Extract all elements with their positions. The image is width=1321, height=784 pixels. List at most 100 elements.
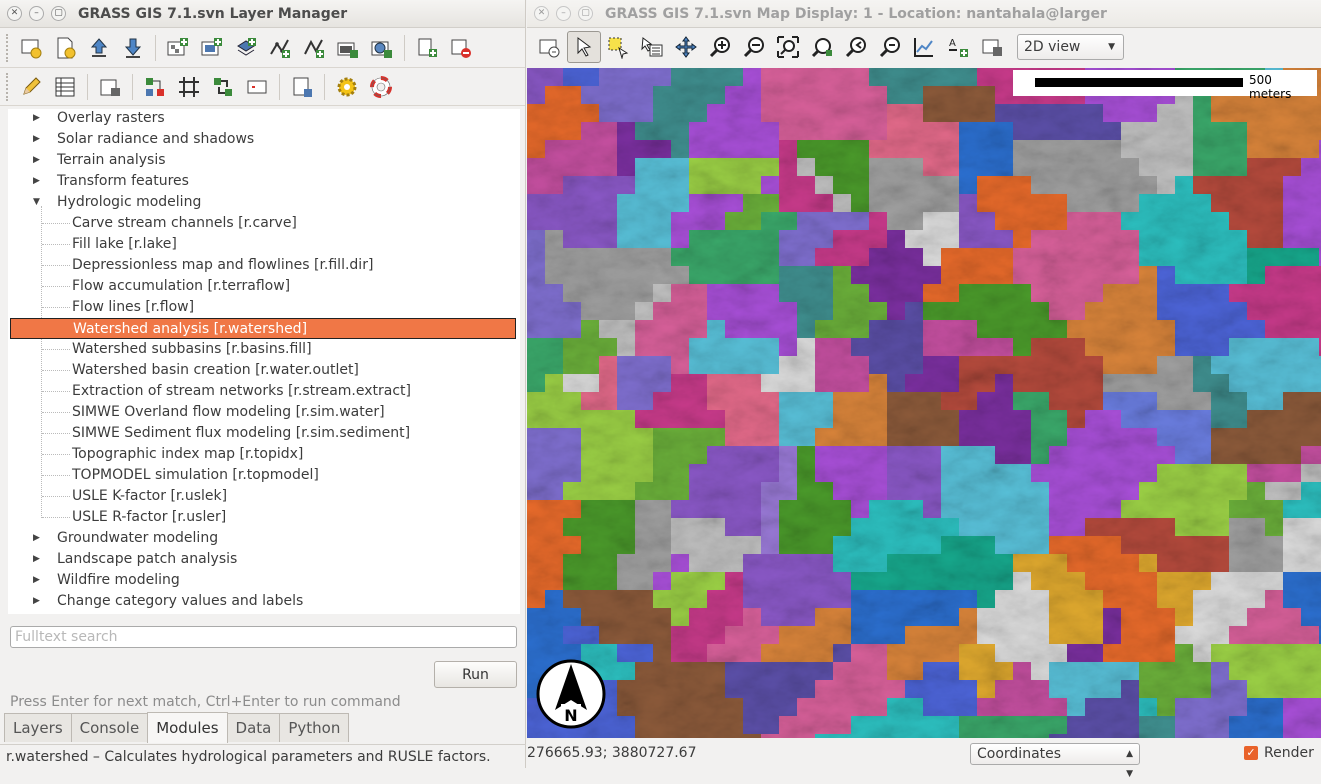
- tree-module-item[interactable]: SIMWE Sediment flux modeling [r.sim.sedi…: [8, 423, 518, 444]
- tree-module-item[interactable]: Watershed analysis [r.watershed]: [10, 318, 516, 339]
- add-multiple-layers-button[interactable]: [229, 32, 263, 64]
- tree-module-item[interactable]: Extraction of stream networks [r.stream.…: [8, 381, 518, 402]
- tree-module-item[interactable]: Flow accumulation [r.terraflow]: [8, 276, 518, 297]
- gcp-manager-button[interactable]: [206, 71, 240, 103]
- georectifier-button[interactable]: [172, 71, 206, 103]
- zoom-out-button[interactable]: [737, 31, 771, 63]
- maximize-window-button[interactable]: ▢: [51, 6, 66, 21]
- tree-category-item[interactable]: ▶ Landscape patch analysis: [8, 549, 518, 570]
- pointer-tool-button[interactable]: [567, 31, 601, 63]
- tab-modules[interactable]: Modules: [147, 712, 228, 743]
- animation-tool-button[interactable]: [285, 71, 319, 103]
- close-window-button[interactable]: ✕: [7, 6, 22, 21]
- map-composer-button[interactable]: [93, 71, 127, 103]
- zoom-extent-button[interactable]: [771, 31, 805, 63]
- attribute-table-button[interactable]: [48, 71, 82, 103]
- new-display-button[interactable]: [14, 32, 48, 64]
- tree-connector-line: [42, 286, 70, 287]
- tree-connector-line: [42, 307, 70, 308]
- north-arrow-icon[interactable]: N: [535, 658, 607, 730]
- run-button[interactable]: Run: [434, 661, 517, 688]
- add-vector-misc-button[interactable]: [297, 32, 331, 64]
- collapsed-arrow-icon[interactable]: ▶: [33, 591, 40, 612]
- add-web-service-button[interactable]: [365, 32, 399, 64]
- minimize-window-button[interactable]: –: [29, 6, 44, 21]
- tree-module-item[interactable]: TOPMODEL simulation [r.topmodel]: [8, 465, 518, 486]
- new-workspace-button[interactable]: [48, 32, 82, 64]
- zoom-back-button[interactable]: [839, 31, 873, 63]
- collapsed-arrow-icon[interactable]: ▶: [33, 171, 40, 192]
- tree-module-item[interactable]: USLE R-factor [r.usler]: [8, 507, 518, 528]
- expanded-arrow-icon[interactable]: ▼: [33, 192, 40, 213]
- tree-module-item[interactable]: Depressionless map and flowlines [r.fill…: [8, 255, 518, 276]
- tree-category-item[interactable]: ▶ Solar radiance and shadows: [8, 129, 518, 150]
- tree-category-item[interactable]: ▶ Terrain analysis: [8, 150, 518, 171]
- settings-button[interactable]: [330, 71, 364, 103]
- add-raster-misc-button[interactable]: [195, 32, 229, 64]
- add-raster-button[interactable]: [161, 32, 195, 64]
- tree-category-item[interactable]: ▶ Generate random cells: [8, 612, 518, 614]
- save-display-icon: [982, 39, 1002, 56]
- save-display-button[interactable]: [975, 31, 1009, 63]
- graphical-modeler-button[interactable]: [240, 71, 274, 103]
- tree-category-item[interactable]: ▶ Transform features: [8, 171, 518, 192]
- tab-layers[interactable]: Layers: [4, 713, 72, 742]
- tree-item-label: Overlay rasters: [57, 110, 165, 126]
- save-workspace-button[interactable]: [116, 32, 150, 64]
- vector-digitizer-button[interactable]: [14, 71, 48, 103]
- tree-module-item[interactable]: Topographic index map [r.topidx]: [8, 444, 518, 465]
- tree-module-item[interactable]: SIMWE Overland flow modeling [r.sim.wate…: [8, 402, 518, 423]
- tab-python[interactable]: Python: [279, 713, 350, 742]
- statusbar-mode-select[interactable]: Coordinates ▲ ▼: [970, 743, 1140, 779]
- tree-module-item[interactable]: Watershed basin creation [r.water.outlet…: [8, 360, 518, 381]
- tab-console[interactable]: Console: [70, 713, 149, 742]
- minimize-window-button[interactable]: –: [556, 6, 571, 21]
- collapsed-arrow-icon[interactable]: ▶: [33, 109, 40, 129]
- tab-data[interactable]: Data: [226, 713, 281, 742]
- close-window-button[interactable]: ✕: [534, 6, 549, 21]
- map-canvas[interactable]: 500 meters N: [527, 68, 1321, 738]
- tree-module-item[interactable]: Flow lines [r.flow]: [8, 297, 518, 318]
- tree-module-item[interactable]: Carve stream channels [r.carve]: [8, 213, 518, 234]
- add-overlay-button[interactable]: [331, 32, 365, 64]
- toolbar-grip[interactable]: [6, 33, 10, 62]
- zoom-menu-button[interactable]: [873, 31, 907, 63]
- add-map-elements-button[interactable]: A: [941, 31, 975, 63]
- fulltext-search-input[interactable]: Fulltext search: [10, 626, 517, 648]
- zoom-region-button[interactable]: [805, 31, 839, 63]
- tree-module-item[interactable]: Watershed subbasins [r.basins.fill]: [8, 339, 518, 360]
- toolbar-grip[interactable]: [6, 72, 10, 101]
- display-map-button[interactable]: [533, 31, 567, 63]
- maximize-window-button[interactable]: ▢: [578, 6, 593, 21]
- modeler-button[interactable]: [138, 71, 172, 103]
- tree-category-item[interactable]: ▼ Hydrologic modeling: [8, 192, 518, 213]
- select-tool-button[interactable]: [601, 31, 635, 63]
- zoom-in-button[interactable]: [703, 31, 737, 63]
- collapsed-arrow-icon[interactable]: ▶: [33, 528, 40, 549]
- map-display-titlebar: ✕ – ▢ GRASS GIS 7.1.svn Map Display: 1 -…: [527, 0, 1321, 28]
- collapsed-arrow-icon[interactable]: ▶: [33, 549, 40, 570]
- tree-category-item[interactable]: ▶ Wildfire modeling: [8, 570, 518, 591]
- collapsed-arrow-icon[interactable]: ▶: [33, 129, 40, 150]
- pan-tool-button[interactable]: [669, 31, 703, 63]
- render-checkbox[interactable]: ✓ Render: [1244, 738, 1314, 768]
- collapsed-arrow-icon[interactable]: ▶: [33, 570, 40, 591]
- collapsed-arrow-icon[interactable]: ▶: [33, 150, 40, 171]
- query-icon: [641, 37, 663, 57]
- scale-bar[interactable]: 500 meters: [1013, 70, 1317, 101]
- analyze-map-button[interactable]: [907, 31, 941, 63]
- add-vector-button[interactable]: [263, 32, 297, 64]
- collapsed-arrow-icon[interactable]: ▶: [33, 612, 40, 614]
- module-tree[interactable]: ▶ Overlay rasters ▶ Solar radiance and shad…: [8, 109, 520, 614]
- tree-module-item[interactable]: USLE K-factor [r.uslek]: [8, 486, 518, 507]
- query-tool-button[interactable]: [635, 31, 669, 63]
- help-button[interactable]: [364, 71, 398, 103]
- tree-module-item[interactable]: Fill lake [r.lake]: [8, 234, 518, 255]
- open-workspace-button[interactable]: [82, 32, 116, 64]
- view-mode-select[interactable]: 2D view ▼: [1017, 34, 1124, 60]
- tree-category-item[interactable]: ▶ Groundwater modeling: [8, 528, 518, 549]
- remove-layer-button[interactable]: [444, 32, 478, 64]
- tree-category-item[interactable]: ▶ Change category values and labels: [8, 591, 518, 612]
- tree-category-item[interactable]: ▶ Overlay rasters: [8, 109, 518, 129]
- add-group-button[interactable]: [410, 32, 444, 64]
